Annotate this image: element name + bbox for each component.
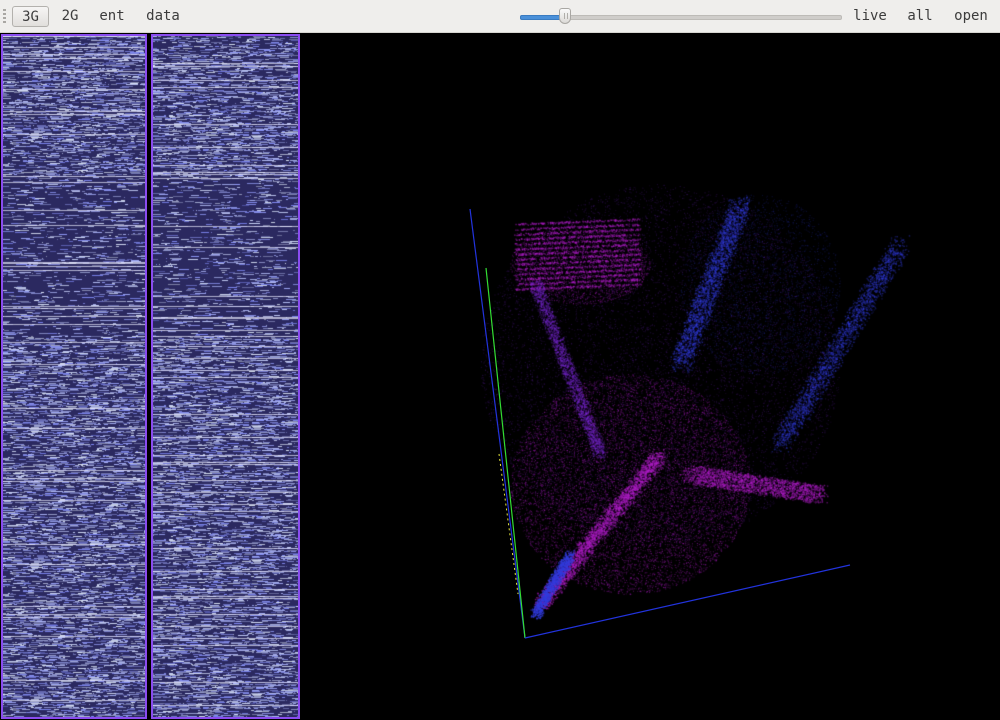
slider-handle[interactable] <box>558 8 571 24</box>
axis-marker-yellow <box>498 453 519 595</box>
toolbar-grip-handle[interactable] <box>3 9 7 25</box>
byte-strip-overview[interactable] <box>3 36 145 717</box>
range-slider[interactable] <box>520 8 842 26</box>
byte-overview-panel[interactable] <box>1 34 147 719</box>
toolbar: 3G 2G ent data live all open <box>0 0 1000 33</box>
tab-3g[interactable]: 3G <box>12 6 49 27</box>
z-axis-line <box>469 208 526 639</box>
live-button[interactable]: live <box>849 6 891 27</box>
y-axis-line <box>485 267 526 639</box>
tab-entropy[interactable]: ent <box>94 6 130 27</box>
byte-detail-panel[interactable] <box>151 34 300 719</box>
open-button[interactable]: open <box>950 6 992 27</box>
all-button[interactable]: all <box>903 6 937 27</box>
x-axis-line <box>524 564 851 639</box>
3d-viewport[interactable] <box>300 34 1000 720</box>
byte-strip-detail[interactable] <box>153 36 298 717</box>
tab-data[interactable]: data <box>141 6 185 27</box>
tab-2g[interactable]: 2G <box>55 6 85 27</box>
axis-lines <box>469 208 851 639</box>
